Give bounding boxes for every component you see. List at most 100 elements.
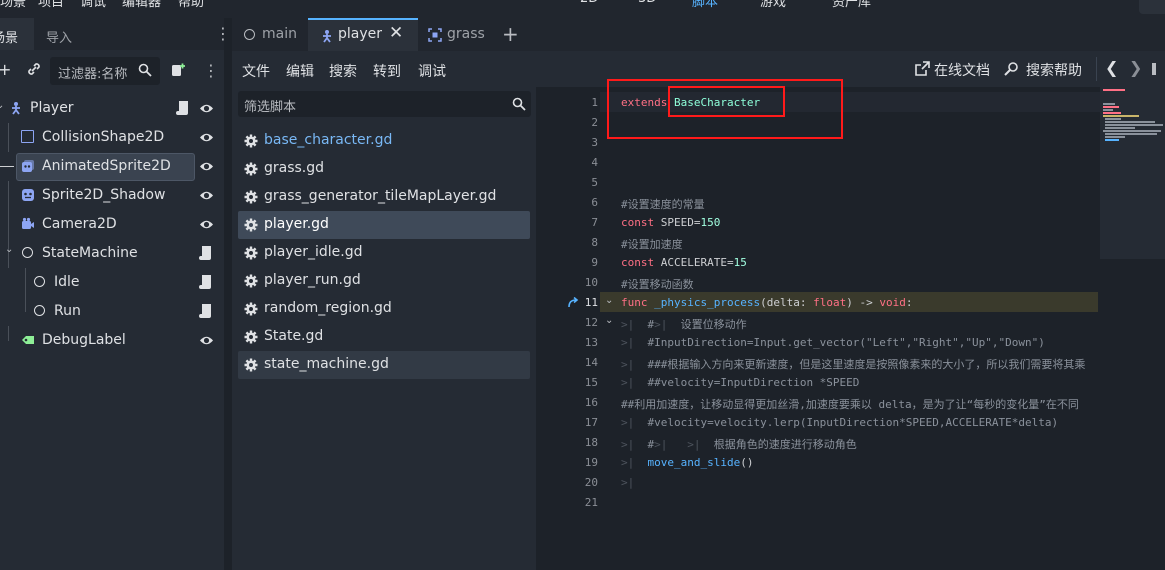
script-icon[interactable] <box>199 303 213 319</box>
tab-main[interactable]: main <box>232 18 306 51</box>
menu-help[interactable]: 帮助 <box>178 0 204 10</box>
gear-icon <box>244 330 258 344</box>
code-class-name: BaseCharacter <box>673 96 761 109</box>
script-item-base-character[interactable]: base_character.gd <box>238 127 530 155</box>
script-item-label: random_region.gd <box>264 300 392 316</box>
line-number: 6 <box>591 196 598 209</box>
tab-import[interactable]: 导入 <box>36 18 86 50</box>
tree-guide-line <box>8 123 9 152</box>
add-tab-icon[interactable]: + <box>502 22 519 46</box>
node-filter-input[interactable]: 过滤器:名称 <box>50 57 160 85</box>
tree-node-statemachine[interactable]: ⌄ StateMachine <box>0 239 224 268</box>
code-line-12: >| #>| 设置位移动作 <box>621 318 747 331</box>
visibility-eye-icon[interactable] <box>199 188 214 203</box>
script-filter-placeholder: 筛选脚本 <box>244 100 297 115</box>
line-number: 1 <box>591 96 598 109</box>
menu-project[interactable]: 项目 <box>38 0 64 10</box>
tree-node-label: Sprite2D_Shadow <box>42 187 166 203</box>
script-item-random-region[interactable]: random_region.gd <box>238 295 530 323</box>
tree-node-label: StateMachine <box>42 245 138 261</box>
scene-dock: 场景 导入 ⋮ + 过滤器:名称 ⋮ ⌄ Player CollisionSha… <box>0 18 231 570</box>
script-icon[interactable] <box>199 245 213 261</box>
minimap-line <box>1103 103 1115 105</box>
fold-arrow-icon[interactable]: ⌄ <box>605 295 613 306</box>
line-number: 5 <box>591 176 598 189</box>
dock-menu-dots-icon[interactable]: ⋮ <box>215 26 231 42</box>
menu-scene[interactable]: 场景 <box>0 0 26 10</box>
tree-node-player[interactable]: ⌄ Player <box>0 94 224 123</box>
script-item-state-machine[interactable]: state_machine.gd <box>238 351 530 379</box>
script-item-player-run[interactable]: player_run.gd <box>238 267 530 295</box>
tree-node-run[interactable]: Run <box>0 297 224 326</box>
tree-node-sprite2d-shadow[interactable]: Sprite2D_Shadow <box>0 181 224 210</box>
script-filter-input[interactable]: 筛选脚本 <box>238 91 531 117</box>
visibility-eye-icon[interactable] <box>199 101 214 116</box>
node-icon <box>22 247 33 258</box>
instance-scene-icon[interactable] <box>170 62 186 82</box>
menu-goto[interactable]: 转到 <box>373 61 401 81</box>
tree-node-camera2d[interactable]: Camera2D <box>0 210 224 239</box>
tree-node-idle[interactable]: Idle <box>0 268 224 297</box>
tree-node-label: Run <box>54 303 81 319</box>
node-icon <box>34 305 45 316</box>
script-icon[interactable] <box>176 100 190 116</box>
chevron-right-icon[interactable]: ❯ <box>1129 58 1142 77</box>
tab-scene-label: 场景 <box>0 31 19 46</box>
line-number: 19 <box>584 456 598 469</box>
code-line-13: >| #InputDirection=Input.get_vector("Lef… <box>621 336 1045 349</box>
gear-icon <box>244 134 258 148</box>
menu-debug[interactable]: 调试 <box>80 0 106 10</box>
tree-node-debuglabel[interactable]: DebugLabel <box>0 326 224 355</box>
code-line-1: extends BaseCharacter <box>621 96 760 109</box>
link-icon[interactable] <box>26 61 42 81</box>
script-item-grass-generator[interactable]: grass_generator_tileMapLayer.gd <box>238 183 530 211</box>
panel-toggle-icon[interactable] <box>1152 63 1156 75</box>
search-icon <box>512 97 526 111</box>
visibility-eye-icon[interactable] <box>199 159 214 174</box>
script-item-label: player_run.gd <box>264 272 361 288</box>
code-minimap[interactable] <box>1100 87 1165 570</box>
tab-import-label: 导入 <box>46 31 73 46</box>
menu-search[interactable]: 搜索 <box>329 61 357 81</box>
top-right-button[interactable] <box>1139 0 1165 14</box>
tab-grass[interactable]: grass <box>420 18 494 51</box>
collapse-arrow-icon[interactable]: ⌄ <box>5 244 13 255</box>
tree-node-label: AnimatedSprite2D <box>42 158 171 174</box>
script-item-state[interactable]: State.gd <box>238 323 530 351</box>
override-arrow-icon[interactable] <box>568 297 581 308</box>
workspace-2d[interactable]: 2D <box>580 0 598 6</box>
chevron-left-icon[interactable]: ❮ <box>1105 58 1118 77</box>
fold-arrow-icon[interactable]: ⌄ <box>605 315 613 326</box>
script-item-player-idle[interactable]: player_idle.gd <box>238 239 530 267</box>
workspace-script[interactable]: 脚本 <box>692 0 718 10</box>
close-icon[interactable]: ✕ <box>389 23 403 43</box>
tab-player[interactable]: player ✕ <box>308 18 418 51</box>
workspace-3d[interactable]: 3D <box>638 0 656 6</box>
tree-node-label: Idle <box>54 274 80 290</box>
add-node-icon[interactable]: + <box>0 60 11 79</box>
menu-file[interactable]: 文件 <box>242 61 270 81</box>
menu-debug-script[interactable]: 调试 <box>418 61 446 81</box>
tree-guide-line <box>8 326 9 341</box>
script-icon[interactable] <box>199 274 213 290</box>
line-number: 7 <box>591 216 598 229</box>
minimap-line <box>1103 112 1121 114</box>
workspace-game[interactable]: 游戏 <box>760 0 786 10</box>
visibility-eye-icon[interactable] <box>199 333 214 348</box>
tree-node-collisionshape2d[interactable]: CollisionShape2D <box>0 123 224 152</box>
script-item-player[interactable]: player.gd <box>238 211 530 239</box>
menu-editor[interactable]: 编辑器 <box>122 0 161 10</box>
collapse-arrow-icon[interactable]: ⌄ <box>0 100 4 111</box>
menu-edit[interactable]: 编辑 <box>286 61 314 81</box>
sprite-icon <box>22 189 34 201</box>
script-item-grass[interactable]: grass.gd <box>238 155 530 183</box>
tab-scene[interactable]: 场景 <box>0 18 34 50</box>
visibility-eye-icon[interactable] <box>199 217 214 232</box>
scene-menu-dots-icon[interactable]: ⋮ <box>203 63 219 79</box>
separator <box>1096 57 1097 81</box>
tree-node-animatedsprite2d[interactable]: AnimatedSprite2D <box>0 152 224 181</box>
visibility-eye-icon[interactable] <box>199 130 214 145</box>
code-line-18: >| #>| >| 根据角色的速度进行移动角色 <box>621 438 857 451</box>
workspace-assetlib[interactable]: 资产库 <box>832 0 871 10</box>
code-line-6: #设置速度的常量 <box>621 198 705 211</box>
